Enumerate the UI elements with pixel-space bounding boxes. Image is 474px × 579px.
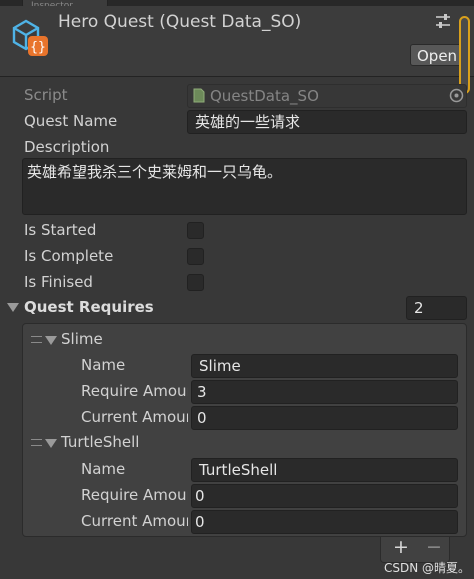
slime-current-amount-input[interactable]: 0: [191, 406, 458, 430]
is-complete-checkbox[interactable]: [187, 248, 204, 265]
drag-handle-icon[interactable]: [31, 336, 42, 343]
quest-requires-size-input[interactable]: 2: [406, 296, 467, 320]
turtleshell-require-amount-label: Require Amour: [81, 486, 188, 504]
description-label: Description: [24, 138, 110, 156]
is-started-label: Is Started: [24, 221, 97, 239]
slime-require-amount-input[interactable]: 3: [191, 380, 458, 404]
slime-require-amount-label: Require Amour: [81, 382, 188, 400]
description-textarea[interactable]: 英雄希望我杀三个史莱姆和一只乌龟。: [22, 158, 467, 215]
is-finised-label: Is Finised: [24, 273, 93, 291]
script-file-icon: [193, 88, 205, 103]
turtleshell-require-amount-input[interactable]: 0: [191, 484, 458, 508]
slime-name-label: Name: [81, 356, 126, 374]
slime-current-amount-label: Current Amour: [81, 408, 188, 426]
turtleshell-current-amount-input[interactable]: 0: [191, 510, 458, 534]
object-picker-icon[interactable]: [449, 88, 464, 103]
is-started-checkbox[interactable]: [187, 222, 204, 239]
quest-requires-label[interactable]: Quest Requires: [24, 298, 154, 316]
remove-element-button[interactable]: −: [426, 536, 442, 558]
open-button[interactable]: Open: [410, 44, 462, 66]
list-item-slime-title[interactable]: Slime: [61, 330, 103, 348]
turtleshell-name-label: Name: [81, 460, 126, 478]
scriptable-object-icon: {}: [12, 19, 48, 56]
quest-name-label: Quest Name: [24, 112, 118, 130]
drag-handle-icon[interactable]: [31, 439, 42, 446]
turtleshell-name-input[interactable]: TurtleShell: [191, 458, 458, 482]
slime-foldout-icon[interactable]: [45, 336, 57, 345]
scrollbar-thumb[interactable]: [459, 16, 470, 94]
quest-name-input[interactable]: 英雄的一些请求: [187, 110, 467, 134]
presets-icon[interactable]: [434, 13, 452, 29]
is-complete-label: Is Complete: [24, 247, 114, 265]
watermark: CSDN @晴夏。: [384, 561, 471, 575]
list-item-turtleshell-title[interactable]: TurtleShell: [61, 433, 139, 451]
inspector-title: Hero Quest (Quest Data_SO): [58, 12, 302, 32]
script-label: Script: [24, 86, 68, 104]
slime-name-input[interactable]: Slime: [191, 354, 458, 378]
is-finised-checkbox[interactable]: [187, 274, 204, 291]
add-element-button[interactable]: +: [393, 536, 409, 558]
svg-text:{}: {}: [30, 40, 46, 55]
turtleshell-foldout-icon[interactable]: [45, 439, 57, 448]
turtleshell-current-amount-label: Current Amour: [81, 512, 188, 530]
script-field-value: QuestData_SO: [210, 87, 319, 105]
script-field: QuestData_SO: [187, 84, 467, 108]
quest-requires-foldout-icon[interactable]: [7, 303, 19, 312]
